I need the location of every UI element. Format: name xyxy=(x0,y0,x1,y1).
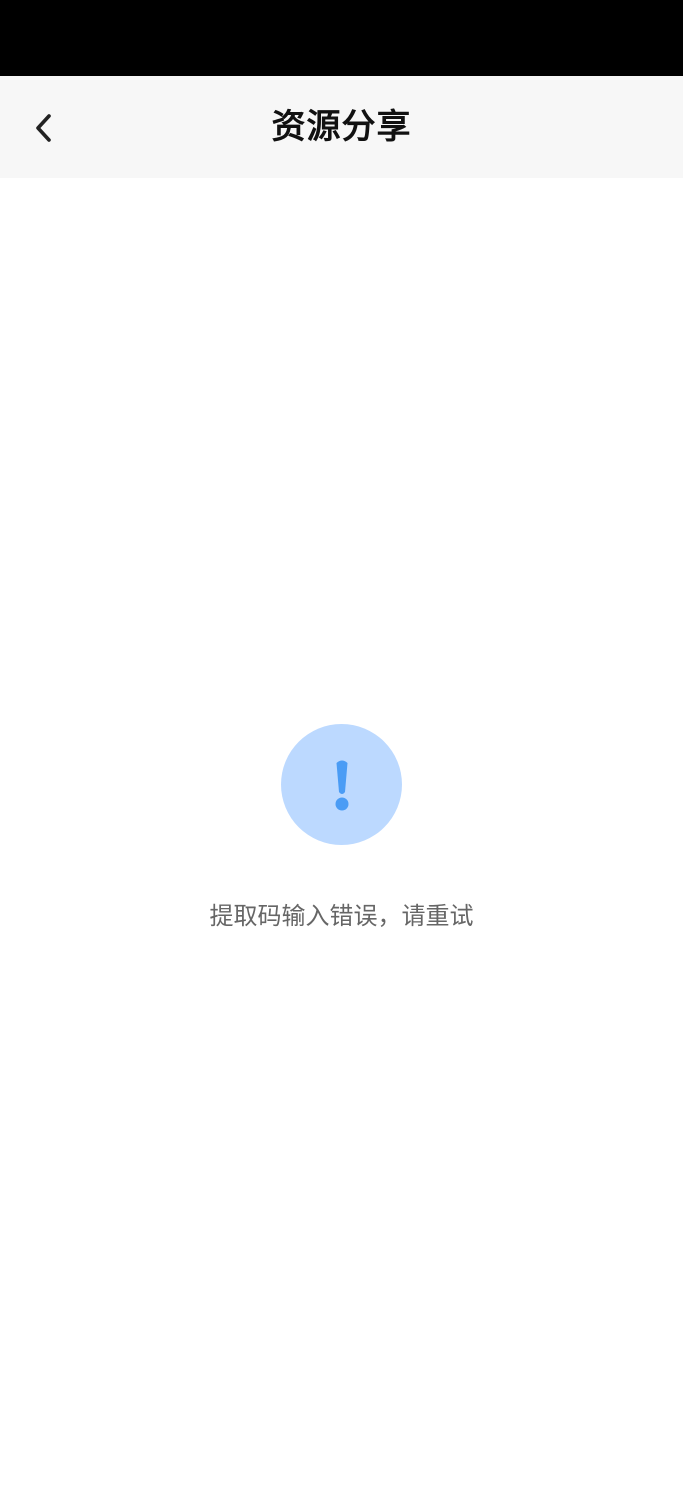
navigation-bar: 资源分享 xyxy=(0,76,683,178)
app-screen: 资源分享 提取码输入错误，请重试 xyxy=(0,0,683,1500)
exclamation-icon xyxy=(330,757,354,813)
status-bar xyxy=(0,0,683,76)
page-title: 资源分享 xyxy=(271,107,412,147)
error-message: 提取码输入错误，请重试 xyxy=(209,902,474,930)
alert-badge xyxy=(281,724,402,845)
content-area: 提取码输入错误，请重试 xyxy=(0,178,683,1500)
